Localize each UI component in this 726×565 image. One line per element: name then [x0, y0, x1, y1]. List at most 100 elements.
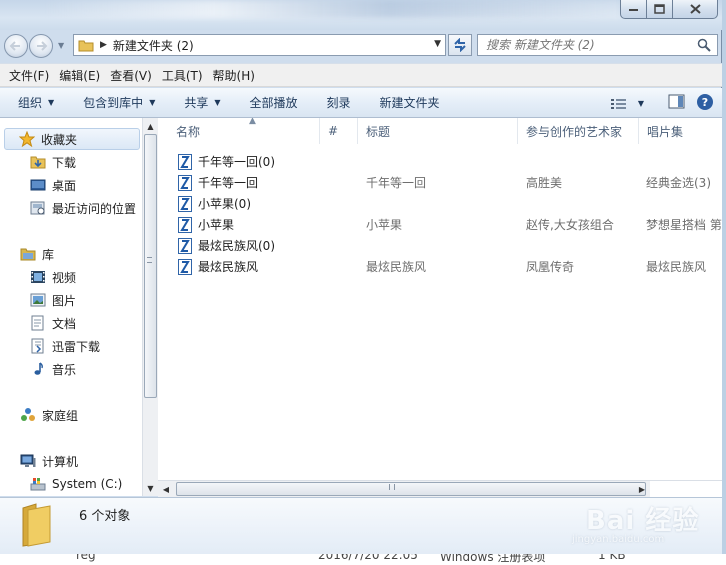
- file-title: 千年等一回: [366, 176, 427, 190]
- nav-pictures[interactable]: 图片: [0, 289, 76, 311]
- nav-homegroup[interactable]: 家庭组: [0, 404, 140, 426]
- file-name-cell: 千年等一回: [178, 172, 328, 193]
- column-header-name[interactable]: ▲ 名称: [168, 118, 320, 144]
- nav-recent-places-label: 最近访问的位置: [52, 201, 137, 216]
- recent-places-icon: [30, 201, 45, 215]
- column-header-title[interactable]: 标题: [358, 118, 518, 144]
- menu-file[interactable]: 文件(F): [4, 67, 54, 84]
- nav-desktop[interactable]: 桌面: [0, 174, 76, 196]
- file-title: [366, 235, 516, 256]
- background-window-row: reg 2016/7/20 22:05 Windows 注册表项 1 KB: [0, 554, 726, 565]
- file-name: 最炫民族风: [198, 260, 259, 274]
- file-artist: 凤凰传奇: [526, 260, 575, 274]
- share-button[interactable]: 共享 ▼: [164, 94, 229, 111]
- file-row[interactable]: 最炫民族风 最炫民族风 凤凰传奇 最炫民族风: [158, 256, 718, 277]
- downloads-folder-icon: [30, 156, 46, 169]
- column-header-artists[interactable]: 参与创作的艺术家: [518, 118, 639, 144]
- scroll-thumb[interactable]: [144, 134, 157, 398]
- file-row[interactable]: 千年等一回 千年等一回 高胜美 经典金选(3): [158, 172, 718, 193]
- address-bar[interactable]: ▶ 新建文件夹 (2) ▼: [73, 34, 446, 56]
- minimize-button[interactable]: [620, 0, 647, 19]
- maximize-icon: [654, 4, 665, 14]
- nav-music[interactable]: 音乐: [0, 358, 76, 380]
- details-view-icon: [610, 98, 626, 109]
- share-label: 共享: [184, 96, 209, 110]
- nav-downloads[interactable]: 下载: [0, 151, 76, 173]
- nav-videos[interactable]: 视频: [0, 266, 76, 288]
- file-row[interactable]: 小苹果(0): [158, 193, 718, 214]
- folder-large-icon: [22, 503, 51, 547]
- background-file-date: 2016/7/20 22:05: [318, 554, 418, 562]
- menu-tools[interactable]: 工具(T): [157, 67, 208, 84]
- audio-file-icon: [178, 237, 192, 254]
- preview-pane-button[interactable]: [668, 94, 686, 113]
- play-all-button[interactable]: 全部播放: [230, 94, 307, 111]
- breadcrumb-current-folder[interactable]: 新建文件夹 (2): [113, 37, 194, 54]
- file-row[interactable]: 最炫民族风(0): [158, 235, 718, 256]
- nav-desktop-label: 桌面: [52, 178, 77, 193]
- background-file-type: Windows 注册表项: [440, 554, 546, 564]
- chevron-down-icon: ▼: [637, 99, 644, 108]
- desktop-icon: [30, 179, 46, 191]
- preview-pane-icon: [668, 94, 685, 109]
- file-list-horizontal-scrollbar[interactable]: ◀ ▶: [158, 480, 722, 497]
- menu-help[interactable]: 帮助(H): [208, 67, 260, 84]
- navpane-vertical-scrollbar[interactable]: ▲ ▼: [142, 118, 158, 496]
- nav-xunlei-downloads[interactable]: 迅雷下载: [0, 335, 100, 357]
- file-artist: [526, 193, 641, 214]
- chevron-down-icon: ▼: [214, 98, 221, 107]
- refresh-button[interactable]: [448, 34, 472, 56]
- scroll-left-arrow-icon[interactable]: ◀: [158, 481, 174, 497]
- menu-edit[interactable]: 编辑(E): [54, 67, 105, 84]
- svg-text:?: ?: [702, 96, 708, 109]
- new-folder-button[interactable]: 新建文件夹: [360, 94, 449, 111]
- burn-button[interactable]: 刻录: [307, 94, 360, 111]
- column-header-number[interactable]: #: [320, 118, 358, 144]
- recent-pages-dropdown-icon[interactable]: ▼: [58, 41, 64, 50]
- breadcrumb-arrow-icon[interactable]: ▶: [100, 40, 107, 50]
- scroll-right-arrow-icon[interactable]: ▶: [634, 481, 650, 497]
- search-icon[interactable]: [697, 38, 711, 52]
- file-title: [366, 193, 516, 214]
- file-list-pane: ▲ 名称 # 标题 参与创作的艺术家 唱片集 千年等一回(0) 千年等一回 千年…: [158, 118, 722, 496]
- forward-button[interactable]: [29, 34, 53, 58]
- organize-button[interactable]: 组织 ▼: [0, 94, 63, 111]
- file-album: [646, 235, 722, 256]
- music-note-icon: [34, 362, 43, 375]
- scroll-down-arrow-icon[interactable]: ▼: [143, 480, 158, 496]
- menu-view[interactable]: 查看(V): [105, 67, 157, 84]
- search-input[interactable]: [486, 36, 696, 54]
- audio-file-icon: [178, 174, 192, 191]
- window-controls: [620, 0, 718, 20]
- address-history-dropdown-icon[interactable]: ▼: [434, 39, 441, 49]
- back-button[interactable]: [4, 34, 28, 58]
- audio-file-icon: [178, 258, 192, 275]
- help-button[interactable]: ?: [696, 93, 714, 114]
- change-view-button[interactable]: ▼: [610, 97, 644, 111]
- file-row[interactable]: 小苹果 小苹果 赵传,大女孩组合 梦想星搭档 第: [158, 214, 722, 235]
- explorer-window: ▼ ▶ 新建文件夹 (2) ▼ 文件(F) 编辑(E) 查看(V): [0, 0, 722, 554]
- close-button[interactable]: [673, 0, 718, 19]
- scroll-grip-icon: [147, 257, 152, 263]
- file-name: 千年等一回(0): [198, 155, 275, 169]
- nav-documents[interactable]: 文档: [0, 312, 76, 334]
- nav-recent-places[interactable]: 最近访问的位置: [0, 197, 136, 219]
- maximize-button[interactable]: [647, 0, 673, 19]
- scroll-thumb[interactable]: [176, 482, 646, 496]
- scroll-grip-icon: [389, 484, 395, 490]
- nav-libraries[interactable]: 库: [0, 243, 140, 265]
- file-name: 小苹果(0): [198, 197, 251, 211]
- folder-icon: [78, 40, 94, 52]
- file-row[interactable]: 千年等一回(0): [158, 151, 718, 172]
- nav-computer[interactable]: 计算机: [0, 450, 140, 472]
- column-header-album[interactable]: 唱片集: [639, 118, 722, 144]
- include-in-library-button[interactable]: 包含到库中 ▼: [63, 94, 164, 111]
- search-box[interactable]: [477, 34, 718, 56]
- nav-system-drive-c[interactable]: System (C:): [0, 473, 122, 495]
- audio-file-icon: [178, 195, 192, 212]
- nav-favorites[interactable]: 收藏夹: [4, 128, 140, 150]
- title-bar[interactable]: [0, 0, 722, 30]
- scroll-up-arrow-icon[interactable]: ▲: [143, 118, 158, 134]
- file-name-cell: 最炫民族风: [178, 256, 328, 277]
- file-album: 梦想星搭档 第: [646, 218, 722, 232]
